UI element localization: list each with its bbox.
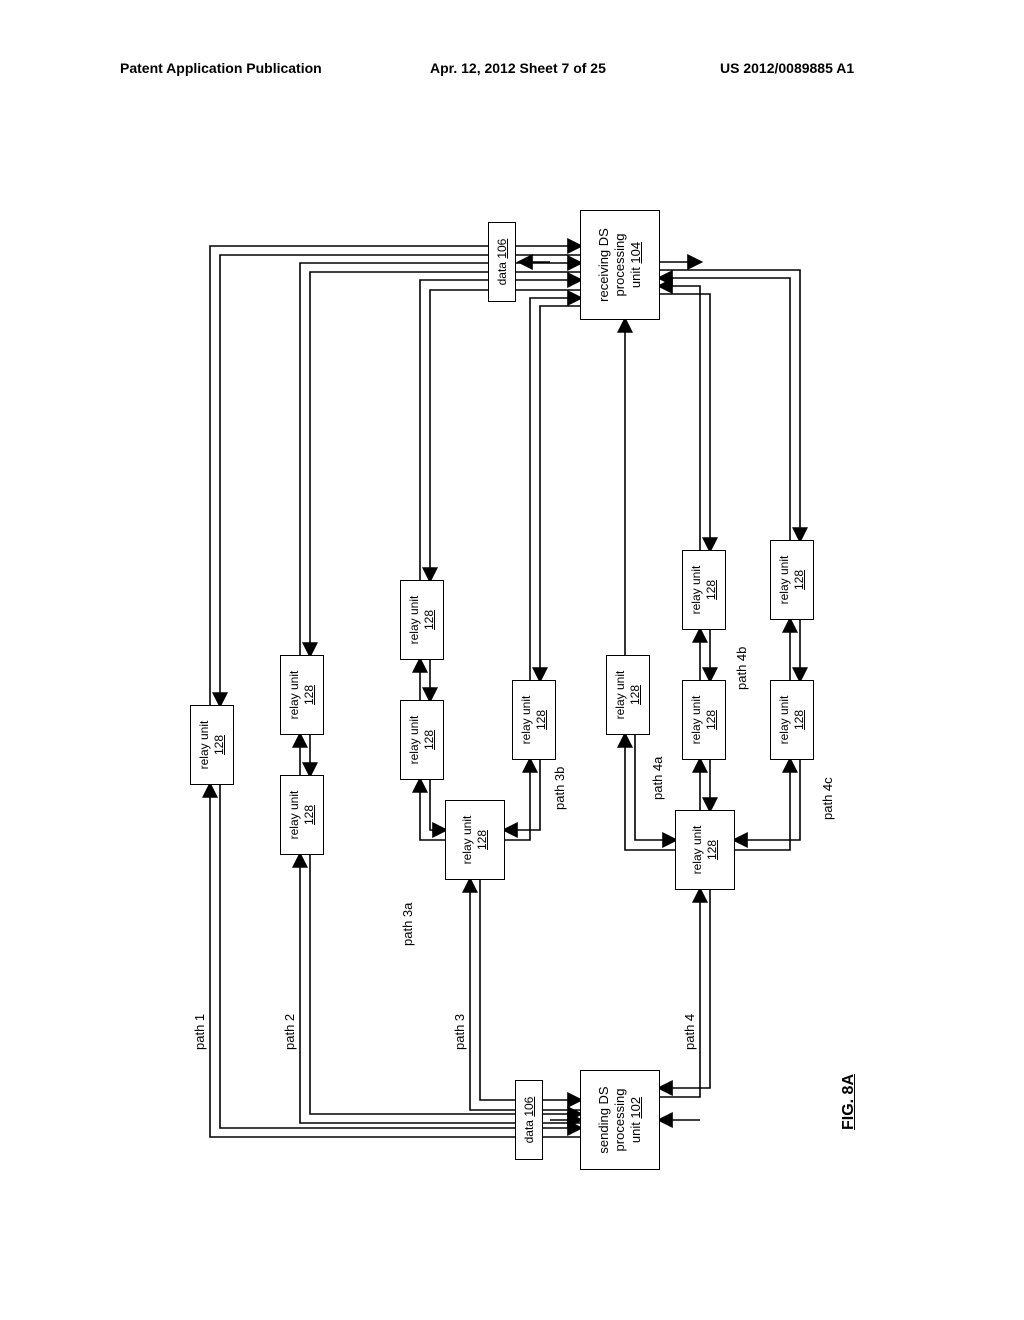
l3: unit 104: [628, 242, 644, 288]
relay-box-p2b: relay unit 128: [280, 655, 324, 735]
r: 128: [628, 685, 643, 705]
header-left: Patent Application Publication: [120, 60, 322, 76]
r: 128: [422, 610, 437, 630]
t: data: [495, 259, 509, 286]
relay-box-p3a-1: relay unit 128: [400, 700, 444, 780]
r: 128: [302, 685, 317, 705]
r: 128: [704, 580, 719, 600]
r: 128: [792, 570, 807, 590]
header-right: US 2012/0089885 A1: [720, 60, 854, 76]
label-path4b: path 4b: [734, 647, 749, 690]
page: Patent Application Publication Apr. 12, …: [0, 0, 1024, 1320]
r: 128: [792, 710, 807, 730]
t: relay unit: [197, 721, 212, 770]
t: relay unit: [407, 716, 422, 765]
r: 106: [522, 1097, 536, 1117]
l3: unit 102: [628, 1097, 644, 1143]
l1: sending DS: [596, 1086, 612, 1153]
t: relay unit: [287, 671, 302, 720]
l1: receiving DS: [596, 228, 612, 302]
r: 128: [475, 830, 490, 850]
relay-box-p3b: relay unit 128: [512, 680, 556, 760]
relay-box-p3-start: relay unit 128: [445, 800, 505, 880]
t: data: [522, 1117, 536, 1144]
t: unit: [628, 1119, 643, 1144]
t: relay unit: [519, 696, 534, 745]
label-path4c: path 4c: [820, 777, 835, 820]
data-box-left: data 106: [515, 1080, 543, 1160]
r: 104: [628, 242, 643, 264]
r: 102: [628, 1097, 643, 1119]
l2: processing: [612, 1089, 628, 1152]
diagram-wrap: data 106 sending DS processing unit 102 …: [12, 298, 1012, 1082]
page-header: Patent Application Publication Apr. 12, …: [0, 60, 1024, 90]
label-path3b: path 3b: [552, 767, 567, 810]
t: relay unit: [689, 696, 704, 745]
label-path2: path 2: [282, 1014, 297, 1050]
header-mid: Apr. 12, 2012 Sheet 7 of 25: [430, 60, 606, 76]
label: data 106: [495, 239, 510, 286]
relay-box-p4c-1: relay unit 128: [770, 680, 814, 760]
r: 128: [302, 805, 317, 825]
relay-box-p4b-2: relay unit 128: [682, 550, 726, 630]
t: relay unit: [689, 566, 704, 615]
r: 128: [212, 735, 227, 755]
data-box-right: data 106: [488, 222, 516, 302]
relay-box-p1: relay unit 128: [190, 705, 234, 785]
r: 128: [534, 710, 549, 730]
label-path1: path 1: [192, 1014, 207, 1050]
r: 128: [422, 730, 437, 750]
t: relay unit: [460, 816, 475, 865]
relay-box-p4a: relay unit 128: [606, 655, 650, 735]
label: data 106: [522, 1097, 537, 1144]
t: relay unit: [613, 671, 628, 720]
t: unit: [628, 264, 643, 289]
figure-label: FIG. 8A: [840, 1074, 858, 1130]
l2: processing: [612, 234, 628, 297]
t: relay unit: [690, 826, 705, 875]
sending-ds-box: sending DS processing unit 102: [580, 1070, 660, 1170]
label-path3: path 3: [452, 1014, 467, 1050]
label-path3a: path 3a: [400, 903, 415, 946]
label-path4: path 4: [682, 1014, 697, 1050]
relay-box-p3a-2: relay unit 128: [400, 580, 444, 660]
t: relay unit: [287, 791, 302, 840]
relay-box-p4c-2: relay unit 128: [770, 540, 814, 620]
receiving-ds-box: receiving DS processing unit 104: [580, 210, 660, 320]
t: relay unit: [777, 696, 792, 745]
t: relay unit: [407, 596, 422, 645]
r: 128: [705, 840, 720, 860]
t: relay unit: [777, 556, 792, 605]
relay-box-p2a: relay unit 128: [280, 775, 324, 855]
r: 128: [704, 710, 719, 730]
relay-box-p4b-1: relay unit 128: [682, 680, 726, 760]
relay-box-p4-start: relay unit 128: [675, 810, 735, 890]
diagram: data 106 sending DS processing unit 102 …: [120, 190, 904, 1190]
label-path4a: path 4a: [650, 757, 665, 800]
r: 106: [495, 239, 509, 259]
